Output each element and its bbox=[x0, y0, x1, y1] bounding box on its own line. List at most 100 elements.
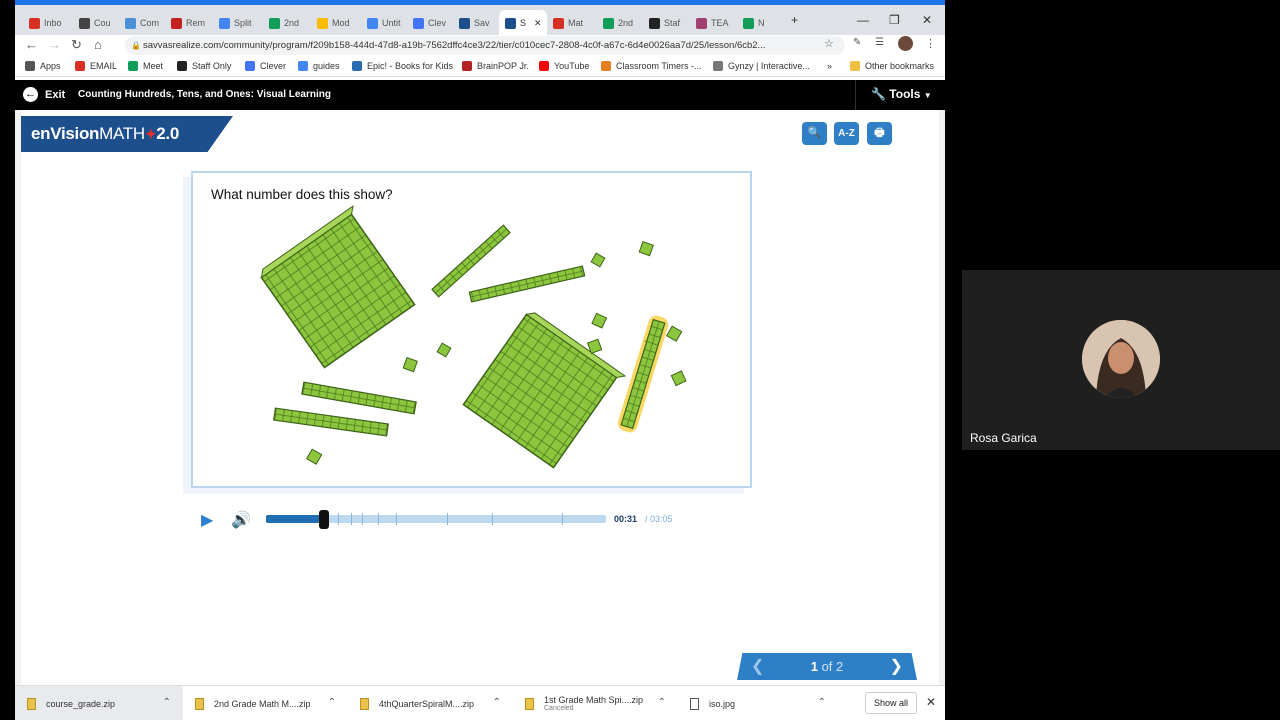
print-icon[interactable]: 🖶 bbox=[867, 122, 892, 145]
bookmark-item[interactable]: guides bbox=[298, 61, 340, 71]
bookmark-label: Classroom Timers -... bbox=[616, 61, 702, 71]
tools-label: Tools bbox=[889, 87, 921, 101]
download-text: 2nd Grade Math M....zip bbox=[214, 699, 311, 709]
profile-avatar[interactable] bbox=[898, 36, 913, 51]
zip-icon bbox=[195, 697, 204, 710]
bookmark-label: Clever bbox=[260, 61, 287, 71]
seek-tick bbox=[447, 513, 448, 525]
next-page-icon[interactable]: ❯ bbox=[890, 656, 903, 676]
tools-menu-button[interactable]: 🔧 Tools ▼ bbox=[855, 80, 945, 110]
bookmark-item[interactable]: EMAIL bbox=[75, 61, 117, 71]
folder-icon bbox=[850, 61, 860, 71]
play-icon[interactable]: ▶ bbox=[201, 510, 213, 530]
video-participant-tile: Rosa Garica bbox=[962, 270, 1280, 450]
bookmark-item[interactable]: Classroom Timers -... bbox=[601, 61, 702, 71]
seek-thumb[interactable] bbox=[318, 510, 329, 529]
close-tab-icon[interactable]: ✕ bbox=[534, 18, 542, 29]
minimize-button[interactable]: — bbox=[857, 13, 869, 27]
download-options-icon[interactable]: ⌃ bbox=[818, 697, 826, 708]
glossary-az-icon[interactable]: A-Z bbox=[834, 122, 859, 145]
browser-tab[interactable]: Split bbox=[213, 10, 261, 36]
bookmark-label: Epic! - Books for Kids bbox=[367, 61, 454, 71]
one-cube bbox=[665, 325, 683, 342]
show-all-downloads-button[interactable]: Show all bbox=[865, 692, 917, 714]
restore-button[interactable]: ❐ bbox=[889, 13, 900, 27]
browser-tab[interactable]: N bbox=[737, 10, 777, 36]
browser-tab[interactable]: Inbo bbox=[23, 10, 71, 36]
download-item[interactable]: iso.jpg ⌃ bbox=[678, 686, 838, 720]
seek-bar[interactable] bbox=[266, 510, 606, 529]
download-options-icon[interactable]: ⌃ bbox=[163, 697, 171, 708]
download-options-icon[interactable]: ⌃ bbox=[493, 697, 501, 708]
browser-tab[interactable]: Mat bbox=[547, 10, 595, 36]
browser-tab[interactable]: S ✕ bbox=[499, 10, 547, 36]
browser-tab[interactable]: 2nd bbox=[597, 10, 641, 36]
download-filename: 4thQuarterSpiralM....zip bbox=[379, 698, 475, 709]
browser-tab[interactable]: Mod bbox=[311, 10, 359, 36]
volume-icon[interactable]: 🔊 bbox=[231, 510, 251, 530]
reload-icon[interactable]: ↻ bbox=[71, 37, 82, 53]
total-time: / 03:05 bbox=[645, 514, 673, 524]
meet-icon bbox=[128, 61, 138, 71]
bookmark-item[interactable]: Meet bbox=[128, 61, 163, 71]
bookmarks-overflow-icon[interactable]: » bbox=[827, 61, 832, 71]
download-filename: 1st Grade Math Spi....zip bbox=[544, 695, 644, 705]
gmail-icon bbox=[75, 61, 85, 71]
glossary-search-icon[interactable]: 🔍 bbox=[802, 122, 827, 145]
download-item[interactable]: 4thQuarterSpiralM....zip ⌃ bbox=[348, 686, 513, 720]
download-item[interactable]: 2nd Grade Math M....zip ⌃ bbox=[183, 686, 348, 720]
download-item[interactable]: 1st Grade Math Spi....zip Canceled ⌃ bbox=[513, 686, 678, 720]
browser-tab[interactable]: Cou bbox=[73, 10, 117, 36]
meet-icon bbox=[743, 17, 754, 29]
browser-tab[interactable]: Untit bbox=[361, 10, 405, 36]
bookmark-label: guides bbox=[313, 61, 340, 71]
browser-tab[interactable]: Rem bbox=[165, 10, 211, 36]
browser-tab[interactable]: Sav bbox=[453, 10, 497, 36]
seek-tick bbox=[362, 513, 363, 525]
forward-icon[interactable]: → bbox=[48, 37, 61, 52]
back-icon[interactable]: ← bbox=[25, 37, 38, 52]
browser-tab-label: Rem bbox=[186, 18, 206, 28]
home-icon[interactable]: ⌂ bbox=[94, 37, 102, 52]
bookmark-item[interactable]: BrainPOP Jr. bbox=[462, 61, 529, 71]
download-options-icon[interactable]: ⌃ bbox=[658, 697, 666, 708]
browser-tab[interactable]: TEA bbox=[690, 10, 735, 36]
browser-tab[interactable]: Com bbox=[119, 10, 163, 36]
download-item[interactable]: course_grade.zip ⌃ bbox=[15, 686, 183, 720]
browser-tab[interactable]: 2nd bbox=[263, 10, 309, 36]
close-window-button[interactable]: ✕ bbox=[922, 13, 932, 27]
url-text: savvasrealize.com/community/program/f209… bbox=[143, 40, 766, 51]
close-downloads-icon[interactable]: ✕ bbox=[926, 695, 936, 709]
address-bar[interactable]: 🔒 savvasrealize.com/community/program/f2… bbox=[125, 36, 845, 55]
savvas-icon bbox=[459, 17, 470, 29]
exit-button[interactable]: ← Exit bbox=[23, 87, 65, 102]
download-filename: iso.jpg bbox=[709, 698, 736, 709]
circle-icon bbox=[603, 17, 614, 29]
browser-tab-label: Cou bbox=[94, 18, 111, 28]
logo-text-version: 2.0 bbox=[156, 124, 180, 143]
bookmark-item[interactable]: Epic! - Books for Kids bbox=[352, 61, 453, 71]
browser-tab[interactable]: Clev bbox=[407, 10, 451, 36]
bookmark-item[interactable]: Clever bbox=[245, 61, 286, 71]
other-bookmarks[interactable]: Other bookmarks bbox=[850, 61, 934, 71]
bookmark-item[interactable]: YouTube bbox=[539, 61, 589, 71]
new-tab-button[interactable]: + bbox=[791, 13, 798, 27]
logo-text-math: MATH bbox=[99, 124, 145, 143]
bookmark-star-icon[interactable]: ☆ bbox=[824, 37, 834, 50]
seek-tick bbox=[562, 513, 563, 525]
download-options-icon[interactable]: ⌃ bbox=[328, 697, 336, 708]
bookmark-item[interactable]: Gynzy | Interactive... bbox=[713, 61, 810, 71]
menu-icon[interactable]: ⋮ bbox=[925, 37, 936, 50]
browser-toolbar: ← → ↻ ⌂ 🔒 savvasrealize.com/community/pr… bbox=[15, 35, 945, 57]
reading-list-icon[interactable]: ☰ bbox=[875, 37, 884, 48]
blackboard-icon bbox=[649, 17, 660, 29]
one-cube bbox=[670, 370, 687, 387]
browser-tab-label: Clev bbox=[428, 18, 447, 28]
browser-tab[interactable]: Staf bbox=[643, 10, 688, 36]
bookmark-item[interactable]: Staff Only bbox=[177, 61, 231, 71]
participant-silhouette bbox=[1082, 320, 1160, 398]
extensions-icon[interactable]: ✎ bbox=[853, 37, 861, 48]
bookmark-item[interactable]: Apps bbox=[25, 61, 61, 71]
back-arrow-icon: ← bbox=[23, 87, 38, 102]
seek-tick bbox=[396, 513, 397, 525]
